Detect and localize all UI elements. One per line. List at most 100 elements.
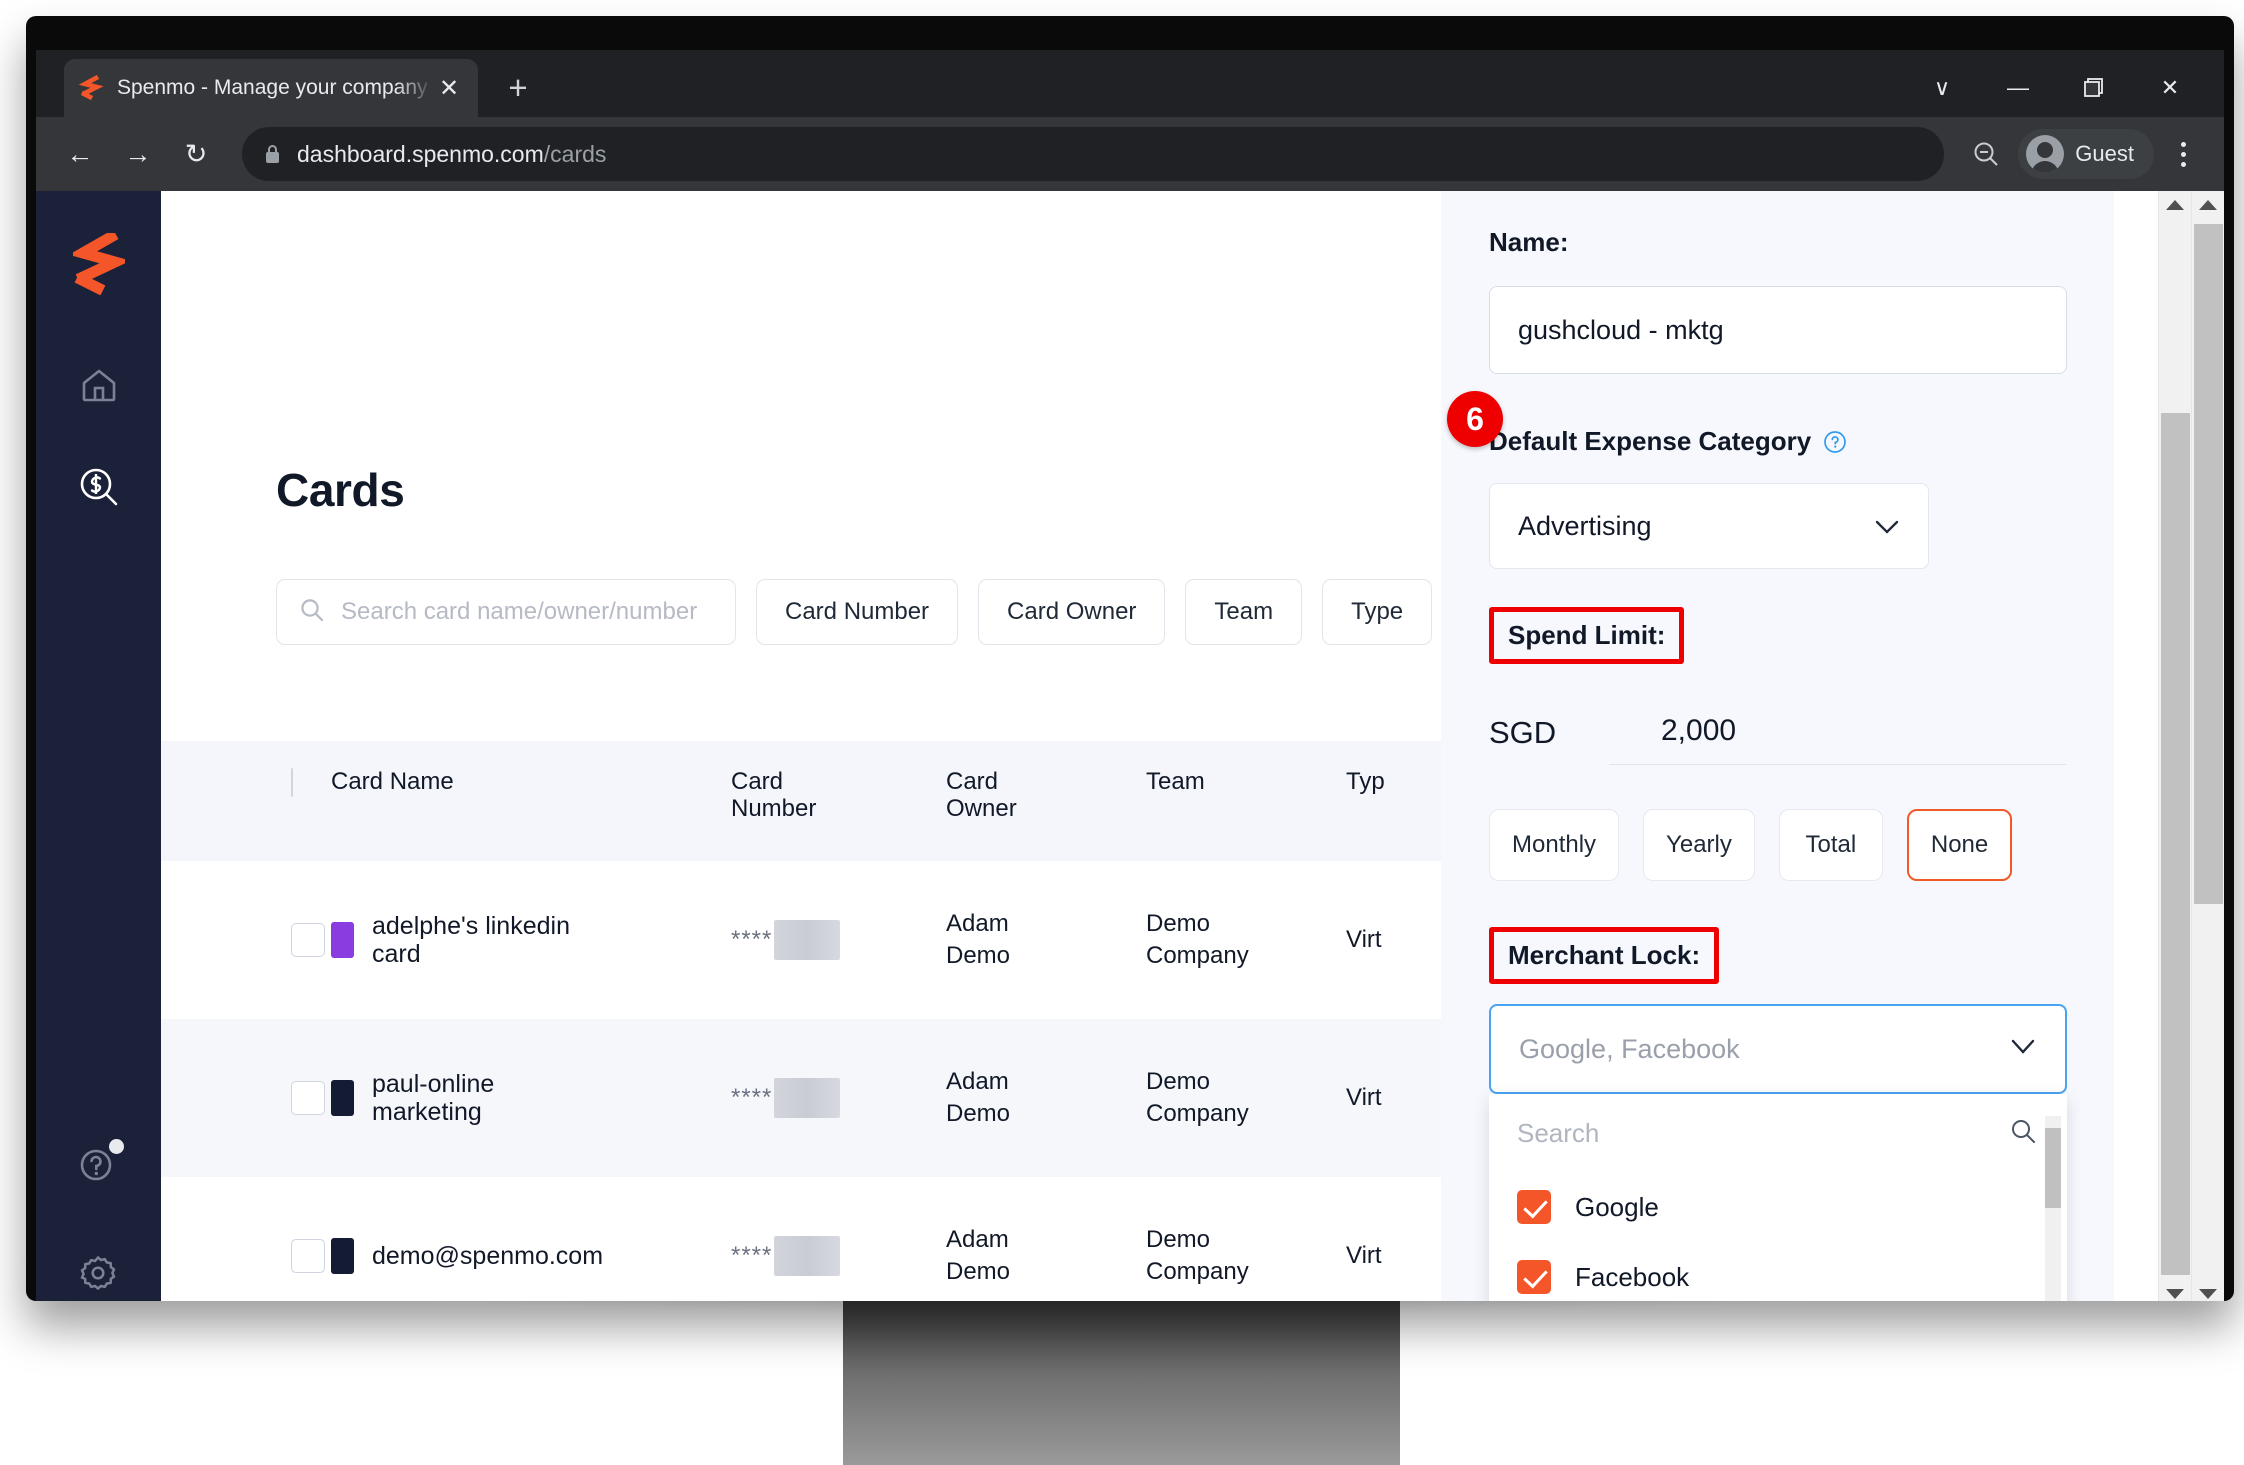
card-color-swatch <box>331 922 354 958</box>
minimize-icon[interactable]: — <box>1980 64 2056 112</box>
dropdown-scrollbar-thumb[interactable] <box>2045 1128 2061 1208</box>
help-circle-icon[interactable] <box>1823 430 1847 454</box>
card-owner: Adam Demo <box>946 909 1011 969</box>
filter-bar: Search card name/owner/number Card Numbe… <box>276 579 1579 645</box>
spend-limit-highlight: Spend Limit: <box>1489 607 2066 664</box>
filter-type[interactable]: Type <box>1322 579 1433 645</box>
scrollbar-thumb[interactable] <box>2194 224 2223 904</box>
lock-icon <box>264 144 281 164</box>
table-row[interactable]: adelphe's linkedin card **** Adam Demo De… <box>161 861 1561 1019</box>
limit-monthly-button[interactable]: Monthly <box>1489 809 1620 881</box>
card-details-panel: 6 Name: gushcloud - mktg Default Expense… <box>1441 191 2114 1301</box>
expense-category-value: Advertising <box>1518 510 1652 541</box>
expense-category-select[interactable]: Advertising <box>1489 483 1929 569</box>
scroll-up-arrow-icon[interactable] <box>2166 200 2184 210</box>
chevron-down-icon <box>1874 511 1900 542</box>
merchant-option-facebook[interactable]: Facebook <box>1489 1242 2067 1301</box>
url-host: dashboard.spenmo.com <box>297 140 544 167</box>
browser-menu-icon[interactable] <box>2160 128 2206 180</box>
redacted-block <box>774 1236 841 1276</box>
card-name-input[interactable]: gushcloud - mktg <box>1489 286 2067 374</box>
header-team: Team <box>1146 768 1205 795</box>
expense-category-label-row: Default Expense Category <box>1489 426 2066 457</box>
spend-amount-input[interactable]: 2,000 <box>1609 714 2066 765</box>
table-header-row: Card Name Card Number Card Owner Team Ty… <box>161 741 1561 861</box>
card-team: Demo Company <box>1146 1225 1249 1285</box>
checkbox[interactable] <box>1517 1260 1551 1294</box>
reload-icon[interactable]: ↻ <box>170 128 222 180</box>
merchant-search-placeholder: Search <box>1517 1117 1600 1148</box>
zoom-out-icon[interactable] <box>1960 128 2012 180</box>
row-checkbox[interactable] <box>291 923 325 957</box>
merchant-dropdown-menu: Search Google Facebook <box>1489 1094 2067 1301</box>
merchant-option-label: Facebook <box>1575 1261 1690 1292</box>
name-label: Name: <box>1489 227 1569 257</box>
back-icon[interactable]: ← <box>54 128 106 180</box>
forward-icon[interactable]: → <box>112 128 164 180</box>
select-all-checkbox[interactable] <box>291 768 293 797</box>
limit-none-button[interactable]: None <box>1906 809 2013 881</box>
new-tab-button[interactable]: + <box>500 71 536 108</box>
monitor-bezel: Spenmo - Manage your company ✕ + ∨ — ✕ ←… <box>26 16 2234 1301</box>
row-checkbox[interactable] <box>291 1239 325 1273</box>
limit-total-button[interactable]: Total <box>1778 809 1883 881</box>
url-path: /cards <box>543 140 607 167</box>
limit-yearly-button[interactable]: Yearly <box>1643 809 1755 881</box>
merchant-search-row[interactable]: Search <box>1489 1094 2067 1172</box>
sidebar-item-help[interactable] <box>68 1135 128 1195</box>
sidebar-item-spend[interactable] <box>69 457 129 517</box>
scrollbar-thumb[interactable] <box>2161 413 2190 1275</box>
merchant-lock-select[interactable]: Google, Facebook <box>1489 1004 2067 1094</box>
browser-toolbar: ← → ↻ dashboard.spenmo.com/cards Guest <box>36 117 2224 191</box>
close-icon[interactable]: ✕ <box>2132 64 2208 112</box>
page-title: Cards <box>276 464 405 516</box>
card-number-masked: **** <box>731 1236 946 1276</box>
card-name: adelphe's linkedin card <box>372 912 570 968</box>
merchant-option-google[interactable]: Google <box>1489 1172 2067 1242</box>
window-controls: ∨ — ✕ <box>1904 64 2208 112</box>
card-number-masked: **** <box>731 1078 946 1118</box>
sidebar-item-home[interactable] <box>69 355 129 415</box>
spend-amount-row: SGD 2,000 <box>1489 714 2066 765</box>
browser-tab[interactable]: Spenmo - Manage your company ✕ <box>64 59 478 117</box>
redacted-block <box>774 920 841 960</box>
card-name: paul-online marketing <box>372 1070 495 1126</box>
page-viewport: Cards Search card name/owner/number Card… <box>36 191 2224 1301</box>
monitor-stand <box>843 1300 1400 1465</box>
table-row[interactable]: paul-online marketing **** Adam Demo Demo… <box>161 1019 1561 1177</box>
profile-button[interactable]: Guest <box>2018 129 2154 179</box>
app-sidebar <box>36 191 161 1301</box>
search-input[interactable]: Search card name/owner/number <box>276 579 736 645</box>
checkbox[interactable] <box>1517 1190 1551 1224</box>
merchant-option-label: Google <box>1575 1191 1659 1222</box>
currency-label: SGD <box>1489 715 1557 750</box>
card-owner: Adam Demo <box>946 1225 1011 1285</box>
panel-scrollbar[interactable] <box>2158 191 2191 1301</box>
scroll-up-arrow-icon[interactable] <box>2199 200 2217 210</box>
card-owner: Adam Demo <box>946 1067 1011 1127</box>
filter-team[interactable]: Team <box>1185 579 1303 645</box>
expand-chevron-icon[interactable]: ∨ <box>1904 64 1980 112</box>
header-card-owner: Card Owner <box>946 768 1017 822</box>
sidebar-item-settings[interactable] <box>68 1243 128 1301</box>
row-checkbox[interactable] <box>291 1081 325 1115</box>
card-color-swatch <box>331 1238 354 1274</box>
filter-card-number[interactable]: Card Number <box>756 579 959 645</box>
select-all-cell <box>161 768 331 797</box>
filter-card-owner[interactable]: Card Owner <box>978 579 1166 645</box>
browser-window: Spenmo - Manage your company ✕ + ∨ — ✕ ←… <box>36 50 2224 1301</box>
spend-limit-label: Spend Limit: <box>1489 607 1685 664</box>
address-bar[interactable]: dashboard.spenmo.com/cards <box>242 127 1945 181</box>
page-scrollbar[interactable] <box>2191 191 2224 1301</box>
tab-close-icon[interactable]: ✕ <box>434 74 464 103</box>
table-row[interactable]: demo@spenmo.com **** Adam Demo Demo Compan… <box>161 1177 1561 1301</box>
header-card-name: Card Name <box>331 768 454 795</box>
scroll-down-arrow-icon[interactable] <box>2199 1289 2217 1299</box>
expense-category-label: Default Expense Category <box>1489 426 1812 456</box>
scroll-down-arrow-icon[interactable] <box>2166 1289 2184 1299</box>
search-icon[interactable] <box>2009 1117 2037 1150</box>
restore-icon[interactable] <box>2056 64 2132 112</box>
url-text: dashboard.spenmo.com/cards <box>297 141 606 168</box>
limit-period-group: Monthly Yearly Total None <box>1489 809 2066 881</box>
merchant-lock-highlight: Merchant Lock: <box>1489 927 2066 984</box>
